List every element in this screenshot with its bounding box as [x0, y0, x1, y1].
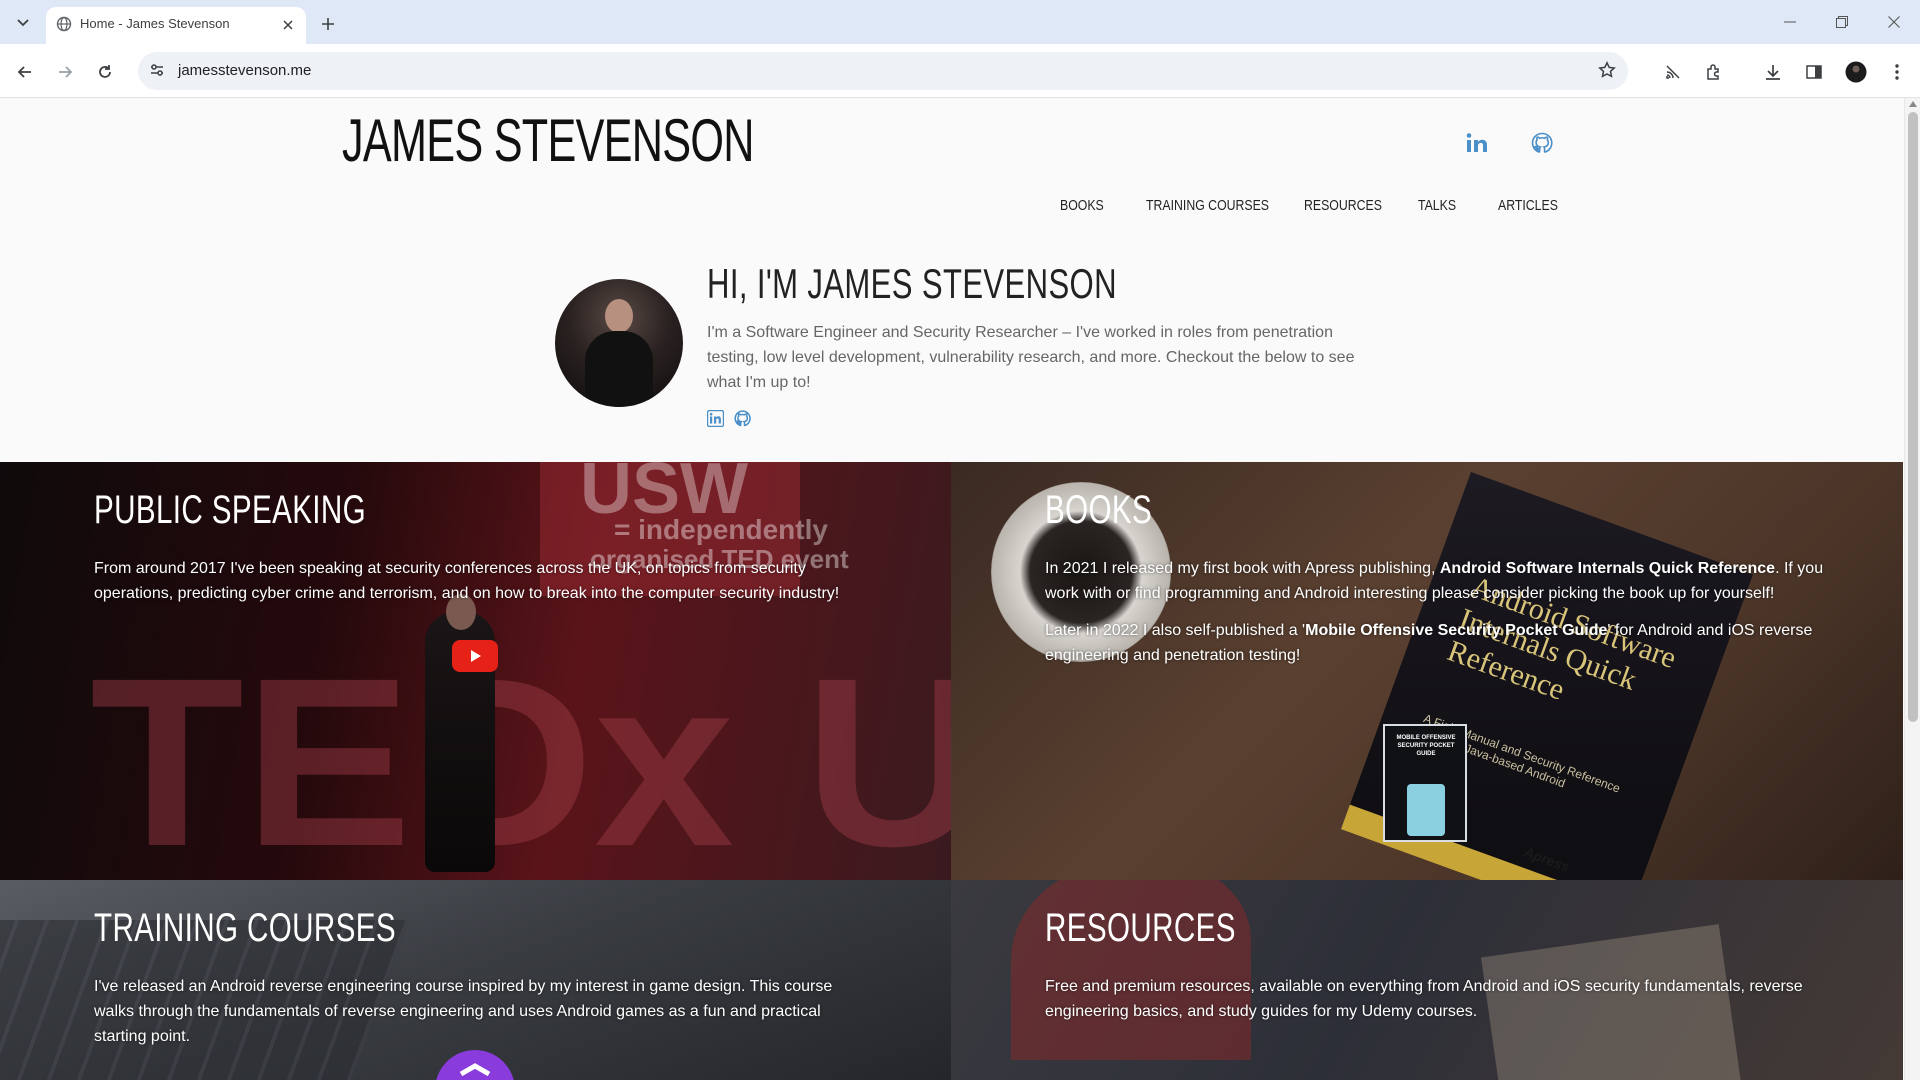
linkedin-link-header[interactable] [1462, 128, 1492, 158]
bookmark-star-icon[interactable] [1598, 61, 1616, 84]
linkedin-icon [706, 409, 724, 427]
tab-title: Home - James Stevenson [80, 16, 230, 31]
book-link-android-internals[interactable]: Android Software Internals Quick Referen… [1440, 560, 1775, 577]
arrow-right-icon [59, 66, 73, 78]
site-title[interactable]: JAMES STEVENSON [342, 106, 754, 175]
pocket-guide-cover: MOBILE OFFENSIVE SECURITY POCKET GUIDE [1383, 724, 1467, 842]
nav-books[interactable]: BOOKS [1060, 197, 1104, 214]
tile-body-text: Free and premium resources, available on… [1045, 978, 1803, 1020]
tile-training-courses[interactable]: TRAINING COURSES I've released an Androi… [0, 880, 951, 1080]
pocket-guide-title: MOBILE OFFENSIVE SECURITY POCKET GUIDE [1396, 735, 1456, 757]
speaker-silhouette [425, 612, 495, 872]
extensions-icon[interactable] [1701, 59, 1727, 85]
reload-icon [99, 65, 111, 78]
linkedin-icon [1466, 133, 1487, 152]
page-scrollbar[interactable] [1904, 98, 1920, 1080]
avatar [555, 279, 683, 407]
tile-heading: PUBLIC SPEAKING [94, 488, 367, 532]
nav-articles[interactable]: ARTICLES [1498, 197, 1558, 214]
minimize-window-icon[interactable] [1778, 10, 1802, 34]
chevron-down-icon [17, 19, 29, 27]
back-button[interactable] [12, 59, 38, 85]
forward-button[interactable] [52, 59, 78, 85]
hero-intro-text: I'm a Software Engineer and Security Res… [707, 324, 1355, 391]
tile-resources[interactable]: RESOURCES Free and premium resources, av… [951, 880, 1903, 1080]
tile-books[interactable]: Android Software Internals Quick Referen… [951, 462, 1903, 880]
close-tab-icon[interactable] [278, 15, 298, 35]
tile-body-text: From around 2017 I've been speaking at s… [94, 560, 840, 602]
address-bar[interactable]: jamesstevenson.me [138, 52, 1628, 90]
nav-resources[interactable]: RESOURCES [1304, 197, 1382, 214]
course-logo-icon [435, 1050, 515, 1080]
close-window-icon[interactable] [1882, 10, 1906, 34]
url-text: jamesstevenson.me [178, 62, 312, 79]
tile-body-text: In 2021 I released my first book with Ap… [1045, 556, 1825, 680]
book-cover-subtitle: A Field Manual and Security Reference Gu… [1416, 711, 1623, 796]
tab-search-dropdown[interactable] [12, 12, 34, 34]
background-subtitle-1: = independently [614, 514, 828, 545]
scrollbar-thumb[interactable] [1908, 112, 1918, 722]
pocket-guide-phone-graphic [1407, 784, 1445, 836]
new-tab-button[interactable] [316, 12, 340, 36]
tile-public-speaking[interactable]: USW = independently organised TED event … [0, 462, 951, 880]
book-publisher-logo: Apress [1521, 843, 1572, 875]
globe-icon [56, 16, 72, 37]
books-paragraph-2a: Later in 2022 I also self-published a ' [1045, 622, 1306, 639]
github-link-hero[interactable] [732, 408, 752, 428]
reload-button[interactable] [92, 59, 118, 85]
download-icon[interactable] [1760, 59, 1786, 85]
background-tedx-text: TEDx USW [90, 628, 951, 880]
tile-heading: RESOURCES [1045, 906, 1236, 950]
background-usw-text: USW [580, 462, 748, 529]
site-info-icon[interactable] [148, 61, 166, 84]
plus-icon [322, 18, 334, 30]
github-link-header[interactable] [1527, 128, 1557, 158]
page-viewport: JAMES STEVENSON BOOKS TRAINING COURSES R… [0, 98, 1920, 1080]
side-panel-icon[interactable] [1801, 59, 1827, 85]
arrow-left-icon [17, 66, 31, 78]
nav-talks[interactable]: TALKS [1418, 197, 1456, 214]
scroll-up-arrow-icon[interactable] [1909, 101, 1917, 107]
cast-icon[interactable] [1660, 59, 1686, 85]
tile-heading: TRAINING COURSES [94, 906, 396, 950]
tile-heading: BOOKS [1045, 488, 1153, 532]
github-icon [733, 409, 751, 426]
profile-avatar-icon[interactable] [1843, 59, 1869, 85]
youtube-play-icon[interactable] [452, 640, 498, 672]
tile-body-text: I've released an Android reverse enginee… [94, 978, 833, 1045]
linkedin-link-hero[interactable] [705, 408, 725, 428]
browser-tab-bar: Home - James Stevenson [0, 0, 1920, 44]
browser-toolbar: jamesstevenson.me [0, 44, 1920, 98]
book-link-pocket-guide[interactable]: Mobile Offensive Security Pocket Guide [1305, 622, 1607, 639]
browser-tab-active[interactable]: Home - James Stevenson [46, 7, 306, 44]
hero-title: HI, I'M JAMES STEVENSON [707, 260, 1117, 307]
nav-training-courses[interactable]: TRAINING COURSES [1146, 197, 1269, 214]
restore-window-icon[interactable] [1830, 10, 1854, 34]
books-paragraph-1a: In 2021 I released my first book with Ap… [1045, 560, 1440, 577]
github-icon [1531, 132, 1553, 153]
kebab-menu-icon[interactable] [1884, 59, 1910, 85]
